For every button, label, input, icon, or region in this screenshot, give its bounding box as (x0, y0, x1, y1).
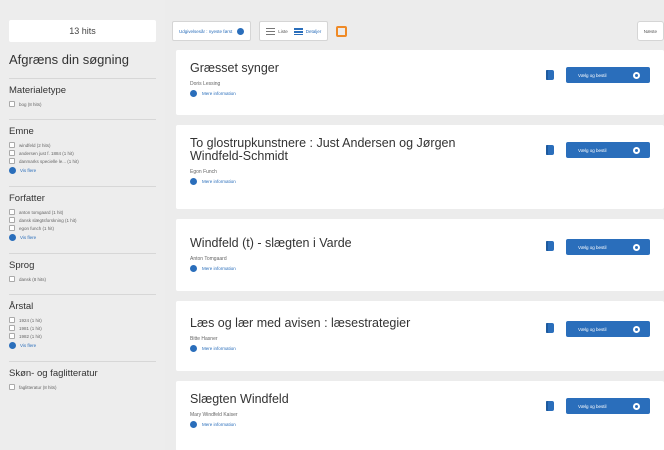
result-card: Slægten Windfeld Mary Windfeld Kaiser Me… (176, 381, 664, 450)
facet-option[interactable]: 1982 (1 hit) (9, 332, 156, 340)
plus-circle-icon (190, 265, 197, 272)
book-icon (546, 323, 554, 333)
list-view-icon[interactable] (266, 27, 276, 35)
book-icon (546, 241, 554, 251)
plus-circle-icon (9, 167, 16, 174)
facet-sprog: Sprog dansk (8 hits) (9, 253, 156, 283)
more-info-link[interactable]: Mere information (190, 265, 650, 272)
sort-dropdown[interactable]: Udgivelsesår : nyeste først (172, 21, 252, 41)
facet-title: Årstal (9, 301, 34, 312)
facet-option[interactable]: 1924 (1 hit) (9, 316, 156, 324)
checkbox[interactable] (9, 333, 15, 339)
show-more-link[interactable]: Vis flere (9, 166, 156, 175)
checkbox[interactable] (9, 142, 15, 148)
result-card: Læs og lær med avisen : læsestrategier B… (176, 301, 664, 371)
view-toggle: Liste Detaljer (259, 21, 329, 41)
order-button[interactable]: Vælg og bestil (566, 398, 650, 414)
checkbox[interactable] (9, 158, 15, 164)
show-more-link[interactable]: Vis flere (9, 233, 156, 242)
checkbox[interactable] (9, 217, 15, 223)
facet-sidebar: 13 hits Afgræns din søgning Materialetyp… (0, 0, 165, 450)
facet-title: Sprog (9, 260, 35, 271)
more-info-link[interactable]: Mere information (190, 345, 650, 352)
result-card: Græsset synger Doris Lessing Mere inform… (176, 50, 664, 115)
checkbox[interactable] (9, 209, 15, 215)
arrow-circle-icon (633, 402, 640, 410)
arrow-circle-icon (633, 325, 640, 333)
plus-circle-icon (9, 234, 16, 241)
plus-circle-icon (190, 421, 197, 428)
checkbox[interactable] (9, 150, 15, 156)
book-icon (546, 145, 554, 155)
arrow-circle-icon (633, 146, 640, 154)
list-view-button[interactable]: Liste (278, 29, 288, 34)
arrow-circle-icon (633, 71, 640, 79)
facet-option[interactable]: egon funch (1 hit) (9, 224, 156, 232)
chevron-down-icon (237, 27, 245, 35)
facet-option[interactable]: faglitteratur (8 hits) (9, 383, 156, 391)
plus-circle-icon (190, 178, 197, 185)
facet-emne: Emne windfeld (2 hits) andersen just f. … (9, 119, 156, 175)
checkbox[interactable] (9, 325, 15, 331)
facet-option[interactable]: 1981 (1 hit) (9, 324, 156, 332)
more-info-link[interactable]: Mere information (190, 90, 650, 97)
result-title[interactable]: To glostrupkunstnere : Just Andersen og … (190, 137, 480, 163)
facet-skoen-faglitteratur: Skøn- og faglitteratur faglitteratur (8 … (9, 361, 156, 391)
book-icon (546, 70, 554, 80)
results-toolbar: Udgivelsesår : nyeste først Liste Detalj… (172, 20, 664, 42)
facet-title: Materialetype (9, 85, 67, 96)
facet-forfatter: Forfatter anton tomgaard (1 hit) dansk s… (9, 186, 156, 242)
detail-view-icon[interactable] (293, 27, 303, 35)
rss-icon[interactable] (336, 25, 348, 37)
order-button[interactable]: Vælg og bestil (566, 67, 650, 83)
order-button[interactable]: Vælg og bestil (566, 239, 650, 255)
checkbox[interactable] (9, 276, 15, 282)
hit-count: 13 hits (9, 20, 156, 42)
show-more-link[interactable]: Vis flere (9, 341, 156, 350)
facet-option[interactable]: dansk (8 hits) (9, 275, 156, 283)
result-author[interactable]: Anton Tomgaard (190, 256, 650, 262)
result-author[interactable]: Egon Funch (190, 169, 650, 175)
detail-view-button[interactable]: Detaljer (306, 29, 322, 34)
more-info-link[interactable]: Mere information (190, 421, 650, 428)
plus-circle-icon (190, 90, 197, 97)
result-card: To glostrupkunstnere : Just Andersen og … (176, 125, 664, 209)
facet-option[interactable]: andersen just f. 1884 (1 hit) (9, 149, 156, 157)
checkbox[interactable] (9, 384, 15, 390)
sort-label: Udgivelsesår : nyeste først (179, 28, 233, 34)
refine-title: Afgræns din søgning (9, 52, 129, 67)
plus-circle-icon (9, 342, 16, 349)
book-icon (546, 401, 554, 411)
facet-option[interactable]: windfeld (2 hits) (9, 141, 156, 149)
arrow-circle-icon (633, 243, 640, 251)
checkbox[interactable] (9, 225, 15, 231)
checkbox[interactable] (9, 101, 15, 107)
facet-title: Forfatter (9, 193, 45, 204)
facet-option[interactable]: dansk slægtsforskning (1 hit) (9, 216, 156, 224)
facet-option[interactable]: danmarks specielle le... (1 hit) (9, 157, 156, 165)
order-button[interactable]: Vælg og bestil (566, 321, 650, 337)
facet-materialetype: Materialetype bog (8 hits) (9, 78, 156, 108)
next-page-button[interactable]: Næste (636, 21, 664, 41)
facet-title: Skøn- og faglitteratur (9, 368, 98, 379)
more-info-link[interactable]: Mere information (190, 178, 650, 185)
order-button[interactable]: Vælg og bestil (566, 142, 650, 158)
result-card: Windfeld (t) - slægten i Varde Anton Tom… (176, 219, 664, 291)
facet-title: Emne (9, 126, 34, 137)
facet-aarstal: Årstal 1924 (1 hit) 1981 (1 hit) 1982 (1… (9, 294, 156, 350)
results-list: Græsset synger Doris Lessing Mere inform… (176, 50, 664, 450)
facet-option[interactable]: anton tomgaard (1 hit) (9, 208, 156, 216)
plus-circle-icon (190, 345, 197, 352)
checkbox[interactable] (9, 317, 15, 323)
facet-option[interactable]: bog (8 hits) (9, 100, 156, 108)
